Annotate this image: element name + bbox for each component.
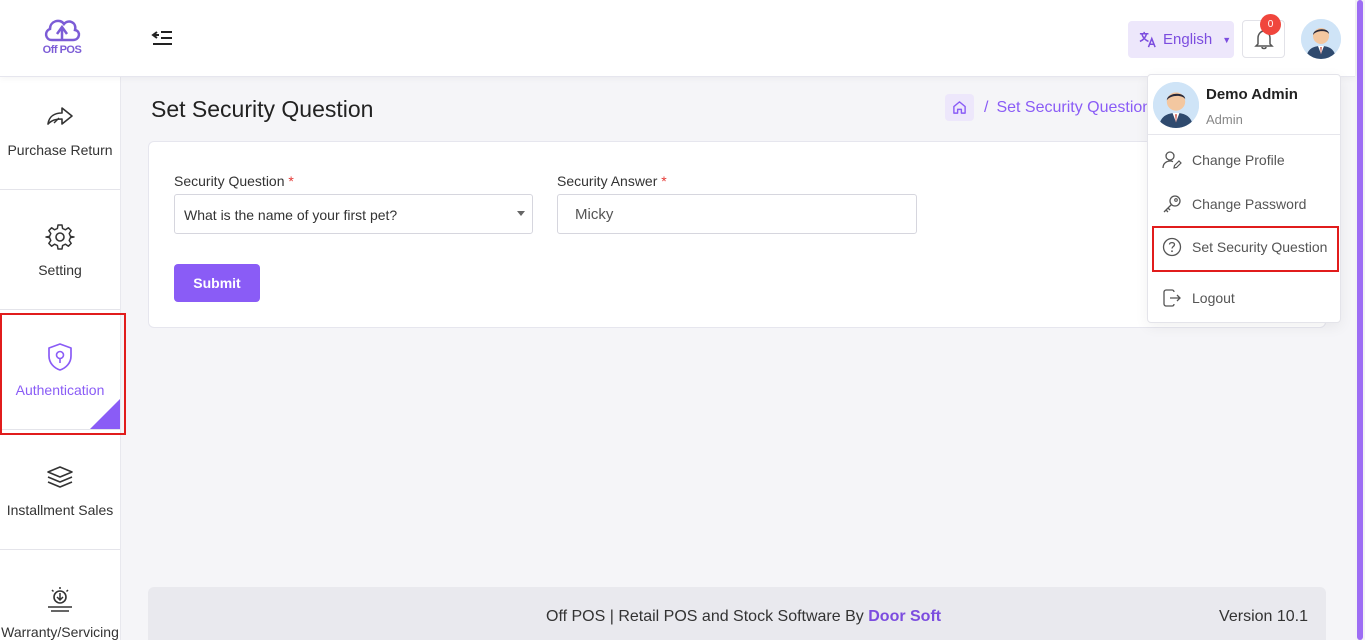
sidebar: Purchase Return Setting Authentication I…	[0, 77, 121, 640]
security-question-label: Security Question *	[174, 173, 294, 189]
security-question-select[interactable]: What is the name of your first pet?	[174, 194, 533, 234]
sidebar-toggle-button[interactable]	[151, 28, 173, 48]
caret-down-icon: ▼	[1222, 34, 1232, 45]
footer-version: Version 10.1	[1219, 608, 1308, 625]
logo-text: Off POS	[42, 44, 82, 56]
required-mark: *	[661, 173, 667, 189]
page-title: Set Security Question	[151, 96, 374, 122]
security-answer-label: Security Answer *	[557, 173, 667, 189]
avatar	[1153, 82, 1199, 128]
menu-item-set-security-question[interactable]: Set Security Question	[1148, 227, 1340, 267]
collapse-menu-icon	[151, 31, 172, 45]
profile-dropdown-menu: Demo Admin Admin Change Profile Change P…	[1147, 74, 1341, 323]
breadcrumb-home-button[interactable]	[945, 94, 974, 121]
sidebar-item-label: Setting	[38, 261, 82, 278]
menu-item-label: Change Profile	[1192, 152, 1285, 168]
gear-icon	[45, 223, 75, 250]
sidebar-item-installment-sales[interactable]: Installment Sales	[0, 430, 120, 550]
footer: Off POS | Retail POS and Stock Software …	[148, 587, 1326, 640]
security-answer-label-text: Security Answer	[557, 173, 658, 189]
sidebar-item-label: Installment Sales	[6, 501, 114, 518]
security-question-value: What is the name of your first pet?	[184, 207, 398, 223]
notification-badge: 0	[1260, 14, 1281, 35]
home-icon	[953, 101, 966, 114]
avatar	[1301, 19, 1341, 59]
user-edit-icon	[1162, 151, 1182, 169]
footer-text: Off POS | Retail POS and Stock Software …	[546, 608, 864, 625]
breadcrumb-current[interactable]: Set Security Question	[996, 99, 1151, 117]
sidebar-item-authentication[interactable]: Authentication	[0, 310, 120, 430]
user-avatar-button[interactable]	[1301, 19, 1341, 59]
translate-icon	[1139, 31, 1156, 48]
profile-role: Admin	[1206, 112, 1243, 127]
profile-header: Demo Admin Admin	[1148, 75, 1340, 135]
language-dropdown[interactable]: English ▼	[1128, 21, 1234, 58]
select-arrow-icon	[517, 211, 525, 216]
question-circle-icon	[1162, 237, 1182, 257]
page-scrollbar-thumb[interactable]	[1357, 0, 1363, 640]
coins-stack-icon	[47, 465, 73, 488]
key-icon	[1163, 195, 1181, 213]
menu-item-label: Set Security Question	[1192, 239, 1328, 255]
share-arrow-icon	[47, 106, 73, 125]
submit-button[interactable]: Submit	[174, 264, 260, 302]
footer-brand-link[interactable]: Door Soft	[868, 608, 941, 625]
sidebar-item-label: Purchase Return	[7, 141, 113, 158]
security-question-label-text: Security Question	[174, 173, 285, 189]
breadcrumb-separator: /	[984, 98, 989, 116]
footer-credit: Off POS | Retail POS and Stock Software …	[546, 608, 941, 626]
top-header: Off POS English ▼	[0, 0, 1355, 77]
shield-key-icon	[48, 342, 72, 371]
menu-item-change-password[interactable]: Change Password	[1148, 184, 1340, 224]
app-logo[interactable]: Off POS	[37, 14, 87, 64]
menu-item-label: Logout	[1192, 290, 1235, 306]
menu-item-label: Change Password	[1192, 196, 1307, 212]
service-icon	[48, 587, 72, 612]
language-label: English	[1163, 31, 1213, 48]
breadcrumb: / Set Security Question	[945, 94, 1151, 121]
sidebar-item-setting[interactable]: Setting	[0, 190, 120, 310]
profile-name: Demo Admin	[1206, 86, 1298, 103]
sidebar-item-label: Authentication	[15, 381, 105, 398]
sidebar-item-purchase-return[interactable]: Purchase Return	[0, 70, 120, 190]
sidebar-item-warranty-servicing[interactable]: Warranty/Servicing	[0, 550, 120, 640]
logout-icon	[1163, 289, 1181, 307]
menu-item-logout[interactable]: Logout	[1148, 278, 1340, 318]
menu-item-change-profile[interactable]: Change Profile	[1148, 140, 1340, 180]
security-answer-input[interactable]: Micky	[557, 194, 917, 234]
required-mark: *	[288, 173, 294, 189]
cloud-logo-icon	[44, 19, 81, 42]
active-indicator	[90, 399, 120, 429]
sidebar-item-label: Warranty/Servicing	[1, 624, 119, 640]
user-avatar-icon	[1153, 82, 1199, 128]
